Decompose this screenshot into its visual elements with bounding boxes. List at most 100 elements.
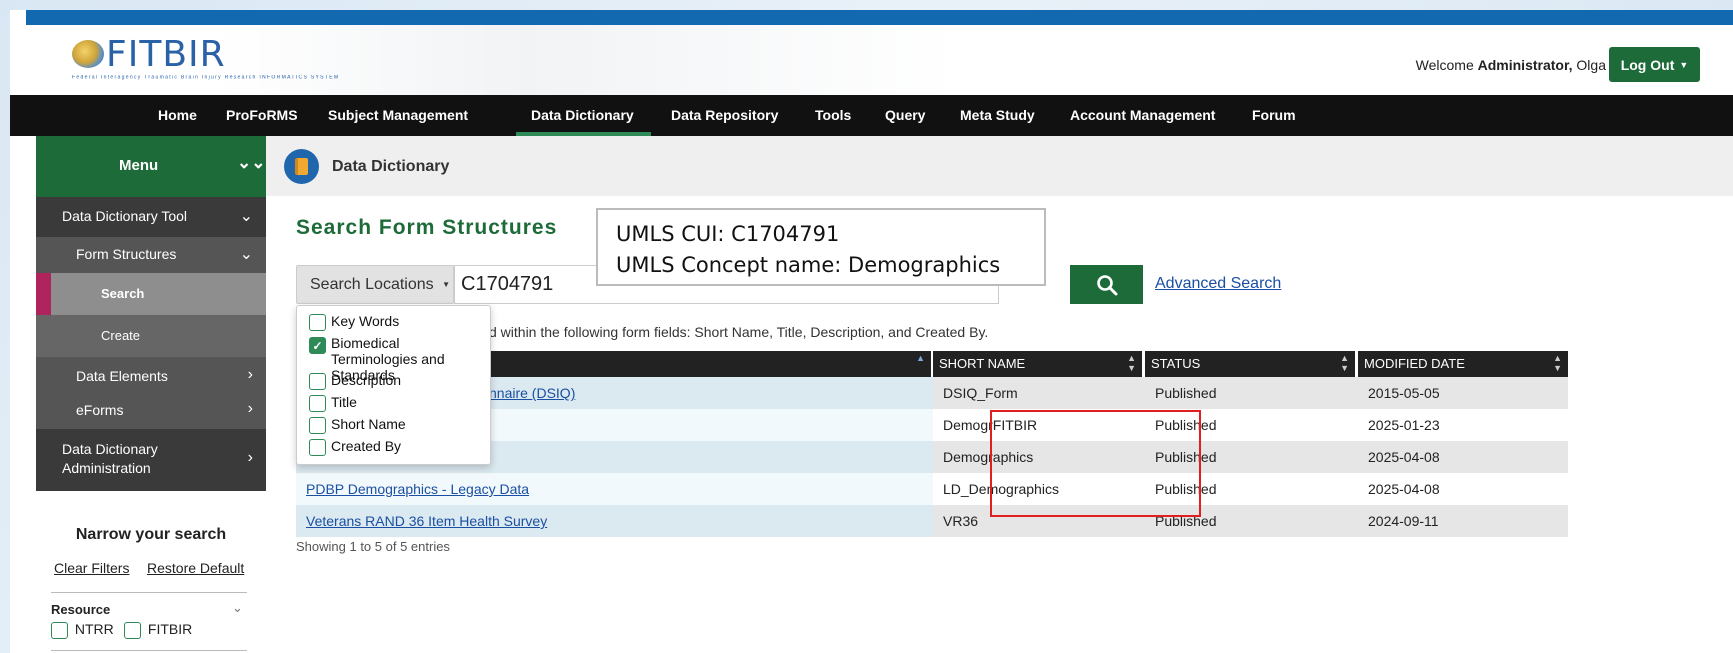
nav-data-dictionary-label: Data Dictionary	[531, 107, 634, 123]
location-option-description[interactable]: Description	[309, 372, 401, 390]
caret-down-icon: ▼	[1679, 59, 1689, 70]
checkbox-checked[interactable]: ✓	[309, 337, 326, 354]
checkbox[interactable]	[309, 416, 326, 434]
nav-account-management[interactable]: Account Management	[1070, 95, 1215, 136]
brain-globe-icon	[72, 40, 104, 68]
welcome-prefix: Welcome	[1415, 57, 1474, 73]
restore-default-link[interactable]: Restore Default	[147, 560, 244, 576]
nav-meta-study[interactable]: Meta Study	[960, 95, 1035, 136]
table-row: nnaire (DSIQ) DSIQ_Form Published 2015-0…	[296, 377, 1716, 409]
ntrr-checkbox[interactable]	[51, 621, 68, 639]
search-button[interactable]	[1070, 265, 1143, 304]
sidebar-item-data-dictionary-administration[interactable]: Data Dictionary Administration ›	[36, 429, 266, 491]
title-cell: PDBP Demographics - Legacy Data	[296, 473, 933, 505]
search-locations-dropdown[interactable]: Search Locations ▼	[296, 265, 454, 304]
option-label: Created By	[331, 438, 402, 454]
nav-forum[interactable]: Forum	[1252, 95, 1296, 136]
sidebar-item-label: Data Dictionary Tool	[62, 208, 188, 224]
option-label: Title	[331, 394, 357, 410]
option-label: Key Words	[331, 313, 400, 329]
sort-icon: ▲ ▼	[1553, 353, 1562, 373]
form-structure-link[interactable]: PDBP Demographics - Legacy Data	[306, 481, 529, 497]
fitbir-checkbox[interactable]	[124, 621, 141, 639]
welcome-name: Olga	[1576, 57, 1606, 73]
search-icon	[1096, 274, 1117, 295]
sort-icon: ▲ ▼	[1127, 353, 1136, 373]
nav-subject-management[interactable]: Subject Management	[328, 95, 468, 136]
column-header-label: STATUS	[1151, 356, 1201, 371]
sidebar-item-data-dictionary-tool[interactable]: Data Dictionary Tool ⌄	[36, 197, 266, 237]
double-chevron-down-icon: ⌄⌄	[237, 153, 266, 172]
nav-proforms[interactable]: ProFoRMS	[226, 95, 298, 136]
nav-home[interactable]: Home	[158, 95, 197, 136]
sidebar-item-label: Search	[101, 286, 145, 301]
sort-asc-icon: ▲	[916, 353, 925, 363]
modified-date-cell: 2025-04-08	[1358, 473, 1568, 505]
modified-date-cell: 2025-01-23	[1358, 409, 1568, 441]
checkbox[interactable]	[309, 372, 326, 390]
checkbox[interactable]	[309, 394, 326, 412]
modified-date-cell: 2015-05-05	[1358, 377, 1568, 409]
sidebar-item-label: Data Elements	[76, 368, 168, 384]
resource-option-fitbir[interactable]: FITBIR	[124, 621, 192, 639]
location-option-key-words[interactable]: Key Words	[309, 313, 399, 331]
search-locations-menu: Key Words ✓ Biomedical Terminologies and…	[296, 305, 491, 465]
logo-subtitle: Federal Interagency Traumatic Brain Inju…	[72, 75, 340, 81]
clear-filters-link[interactable]: Clear Filters	[54, 560, 129, 576]
form-structure-link[interactable]: nnaire (DSIQ)	[489, 377, 575, 409]
nav-data-repository[interactable]: Data Repository	[671, 95, 778, 136]
menu-label: Menu	[119, 157, 159, 174]
chevron-down-icon: ⌄	[239, 246, 253, 263]
fitbir-logo[interactable]: FITBIR Federal Interagency Traumatic Bra…	[62, 34, 338, 84]
modified-date-cell: 2024-09-11	[1358, 505, 1568, 537]
ntrr-label: NTRR	[74, 621, 114, 637]
sidebar-item-label: Create	[101, 328, 141, 343]
sidebar-item-data-elements[interactable]: Data Elements ›	[36, 357, 266, 397]
resource-option-ntrr[interactable]: NTRR	[51, 621, 114, 639]
status-cell: Published	[1145, 377, 1358, 409]
column-header-label: MODIFIED DATE	[1364, 356, 1465, 371]
chevron-right-icon: ›	[247, 449, 253, 466]
sidebar-item-search[interactable]: Search	[36, 273, 266, 315]
search-form-structures-heading: Search Form Structures	[296, 216, 558, 239]
logout-button[interactable]: Log Out ▼	[1609, 47, 1700, 82]
welcome-user: Administrator,	[1477, 57, 1573, 73]
sidebar-item-form-structures[interactable]: Form Structures ⌄	[36, 237, 266, 273]
option-label: Short Name	[331, 416, 406, 432]
umls-cui-line: UMLS CUI: C1704791	[616, 222, 840, 246]
umls-concept-line: UMLS Concept name: Demographics	[616, 253, 1001, 277]
chevron-right-icon: ›	[247, 366, 253, 383]
resource-filter-label: Resource	[51, 602, 111, 617]
page-title: Data Dictionary	[332, 158, 450, 175]
location-option-title[interactable]: Title	[309, 394, 357, 412]
site-header: FITBIR Federal Interagency Traumatic Bra…	[10, 25, 1733, 95]
sidebar-item-label: eForms	[76, 402, 124, 418]
narrow-search-title: Narrow your search	[75, 526, 227, 543]
logo-wordmark: FITBIR	[106, 34, 226, 75]
short-name-cell: DSIQ_Form	[933, 377, 1145, 409]
location-option-created-by[interactable]: Created By	[309, 438, 401, 456]
modified-date-cell: 2025-04-08	[1358, 441, 1568, 473]
checkbox[interactable]	[309, 313, 326, 331]
sidebar-item-create[interactable]: Create	[36, 315, 266, 357]
column-header-status[interactable]: STATUS ▲ ▼	[1145, 351, 1355, 377]
umls-annotation-callout: UMLS CUI: C1704791 UMLS Concept name: De…	[596, 208, 1046, 286]
nav-data-dictionary[interactable]: Data Dictionary	[516, 95, 651, 136]
checkbox[interactable]	[309, 438, 326, 456]
chevron-down-icon[interactable]: ⌄	[232, 600, 243, 616]
advanced-search-link[interactable]: Advanced Search	[1155, 275, 1281, 293]
sidebar-item-eforms[interactable]: eForms ›	[36, 397, 266, 429]
sidebar-item-label: Form Structures	[76, 246, 177, 262]
menu-toggle[interactable]: Menu ⌄⌄	[36, 136, 266, 197]
column-header-modified-date[interactable]: MODIFIED DATE ▲ ▼	[1358, 351, 1568, 377]
title-cell: Veterans RAND 36 Item Health Survey	[296, 505, 933, 537]
location-option-short-name[interactable]: Short Name	[309, 416, 406, 434]
nav-tools[interactable]: Tools	[815, 95, 851, 136]
column-header-short-name[interactable]: SHORT NAME ▲ ▼	[933, 351, 1142, 377]
search-locations-label: Search Locations	[310, 276, 434, 293]
nav-query[interactable]: Query	[885, 95, 925, 136]
form-structure-link[interactable]: Veterans RAND 36 Item Health Survey	[306, 513, 547, 529]
chevron-right-icon: ›	[247, 400, 253, 417]
search-hint-text: d within the following form fields: Shor…	[489, 324, 989, 340]
sidebar: Menu ⌄⌄ Data Dictionary Tool ⌄ Form Stru…	[36, 136, 266, 653]
